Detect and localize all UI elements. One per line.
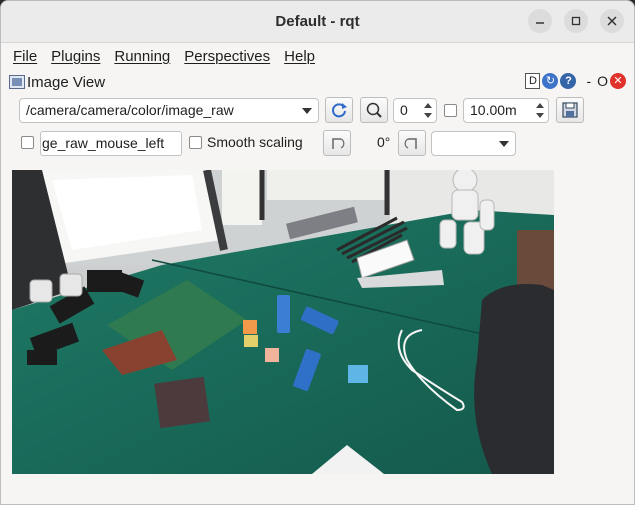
refresh-icon <box>332 103 347 118</box>
dock-d-button[interactable]: D <box>525 73 541 89</box>
camera-image-render <box>12 170 554 474</box>
smooth-scaling-checkbox[interactable] <box>189 136 202 149</box>
menu-plugins[interactable]: Plugins <box>51 48 100 65</box>
minimize-icon <box>536 22 544 24</box>
panel-minimize-button[interactable]: - <box>586 73 591 89</box>
rqt-window: Default - rqt File Plugins Running Persp… <box>0 0 635 505</box>
rotate-left-icon <box>332 138 345 149</box>
color-scheme-select[interactable] <box>431 131 516 156</box>
title-bar[interactable]: Default - rqt <box>1 1 634 43</box>
menu-running[interactable]: Running <box>114 48 170 65</box>
zoom-fit-button[interactable] <box>360 97 388 123</box>
panel-title: Image View <box>27 73 106 91</box>
camera-image[interactable] <box>12 170 554 474</box>
chevron-down-icon <box>302 108 312 114</box>
mouse-publish-checkbox[interactable] <box>21 136 34 149</box>
max-range-spinbox[interactable]: 10.00m <box>463 98 549 123</box>
menu-perspectives[interactable]: Perspectives <box>184 48 270 65</box>
num-gridlines-spinbox[interactable]: 0 <box>393 98 437 123</box>
spin-down-icon[interactable] <box>536 113 544 118</box>
spin-down-icon[interactable] <box>424 113 432 118</box>
help-icon[interactable]: ? <box>560 73 577 89</box>
menu-bar: File Plugins Running Perspectives Help <box>1 43 634 69</box>
max-range-value: 10.00m <box>470 102 517 118</box>
image-view-icon <box>9 75 25 89</box>
panel-float-button[interactable]: O <box>597 73 608 89</box>
close-button[interactable] <box>600 9 624 33</box>
topic-select-value: /camera/camera/color/image_raw <box>26 102 234 118</box>
mouse-topic-value: ge_raw_mouse_left <box>42 135 165 151</box>
rotation-label: 0° <box>377 134 391 150</box>
rotate-right-button[interactable] <box>398 130 426 156</box>
zoom-icon <box>366 102 382 118</box>
max-range-checkbox[interactable] <box>444 104 457 117</box>
mouse-topic-input[interactable]: ge_raw_mouse_left <box>40 131 182 156</box>
smooth-scaling-label: Smooth scaling <box>207 134 303 150</box>
close-icon <box>607 16 617 26</box>
window-title: Default - rqt <box>275 13 360 30</box>
num-gridlines-value: 0 <box>400 102 408 118</box>
menu-file[interactable]: File <box>13 48 37 65</box>
maximize-icon <box>571 16 581 26</box>
chevron-down-icon <box>499 141 509 147</box>
save-image-button[interactable] <box>556 97 584 123</box>
topic-select[interactable]: /camera/camera/color/image_raw <box>19 98 319 123</box>
refresh-topics-button[interactable] <box>325 97 353 123</box>
maximize-button[interactable] <box>564 9 588 33</box>
rotate-right-icon <box>404 138 417 149</box>
spin-up-icon[interactable] <box>424 103 432 108</box>
rotate-left-button[interactable] <box>323 130 351 156</box>
menu-help[interactable]: Help <box>284 48 315 65</box>
save-icon <box>562 102 578 118</box>
panel-header: Image View D ↻ ? - O ✕ <box>1 69 634 95</box>
spin-up-icon[interactable] <box>536 103 544 108</box>
minimize-button[interactable] <box>528 9 552 33</box>
reload-icon[interactable]: ↻ <box>542 73 559 89</box>
panel-close-icon[interactable]: ✕ <box>610 73 626 89</box>
